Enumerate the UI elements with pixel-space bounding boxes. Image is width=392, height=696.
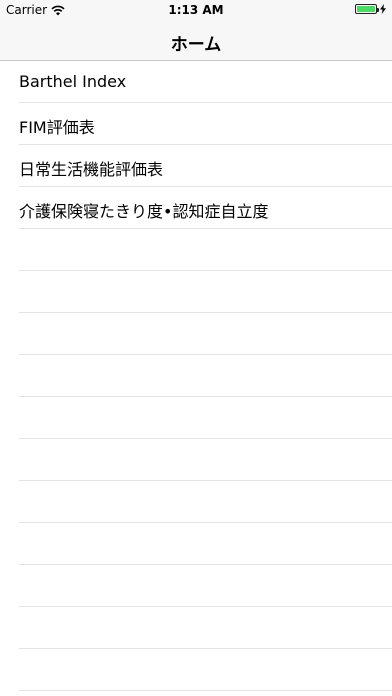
empty-row xyxy=(0,229,392,271)
battery-level-fill xyxy=(357,6,375,12)
list-item-care-level[interactable]: 介護保険寝たきり度•認知症自立度 xyxy=(0,187,392,229)
empty-row xyxy=(0,565,392,607)
battery-icon xyxy=(355,4,379,14)
empty-row xyxy=(0,649,392,691)
battery-cap xyxy=(377,8,379,12)
empty-row xyxy=(0,313,392,355)
empty-row xyxy=(0,355,392,397)
list-item-daily-function[interactable]: 日常生活機能評価表 xyxy=(0,145,392,187)
list-item-barthel-index[interactable]: Barthel Index xyxy=(0,61,392,103)
list-item-label: FIM評価表 xyxy=(19,118,95,137)
battery-area xyxy=(355,4,386,14)
navigation-bar: ホーム xyxy=(0,20,392,61)
status-time: 1:13 AM xyxy=(168,3,224,17)
empty-row xyxy=(0,439,392,481)
charging-bolt-icon xyxy=(380,4,386,14)
list-item-label: 介護保険寝たきり度•認知症自立度 xyxy=(19,202,269,221)
empty-row xyxy=(0,481,392,523)
list-item-label: Barthel Index xyxy=(19,72,127,91)
list-item-fim[interactable]: FIM評価表 xyxy=(0,103,392,145)
empty-row xyxy=(0,271,392,313)
status-bar: Carrier 1:13 AM xyxy=(0,0,392,20)
empty-row xyxy=(0,397,392,439)
empty-row xyxy=(0,607,392,649)
empty-row xyxy=(0,523,392,565)
menu-list: Barthel Index FIM評価表 日常生活機能評価表 介護保険寝たきり度… xyxy=(0,61,392,691)
list-item-label: 日常生活機能評価表 xyxy=(19,160,164,179)
page-title: ホーム xyxy=(170,35,222,55)
